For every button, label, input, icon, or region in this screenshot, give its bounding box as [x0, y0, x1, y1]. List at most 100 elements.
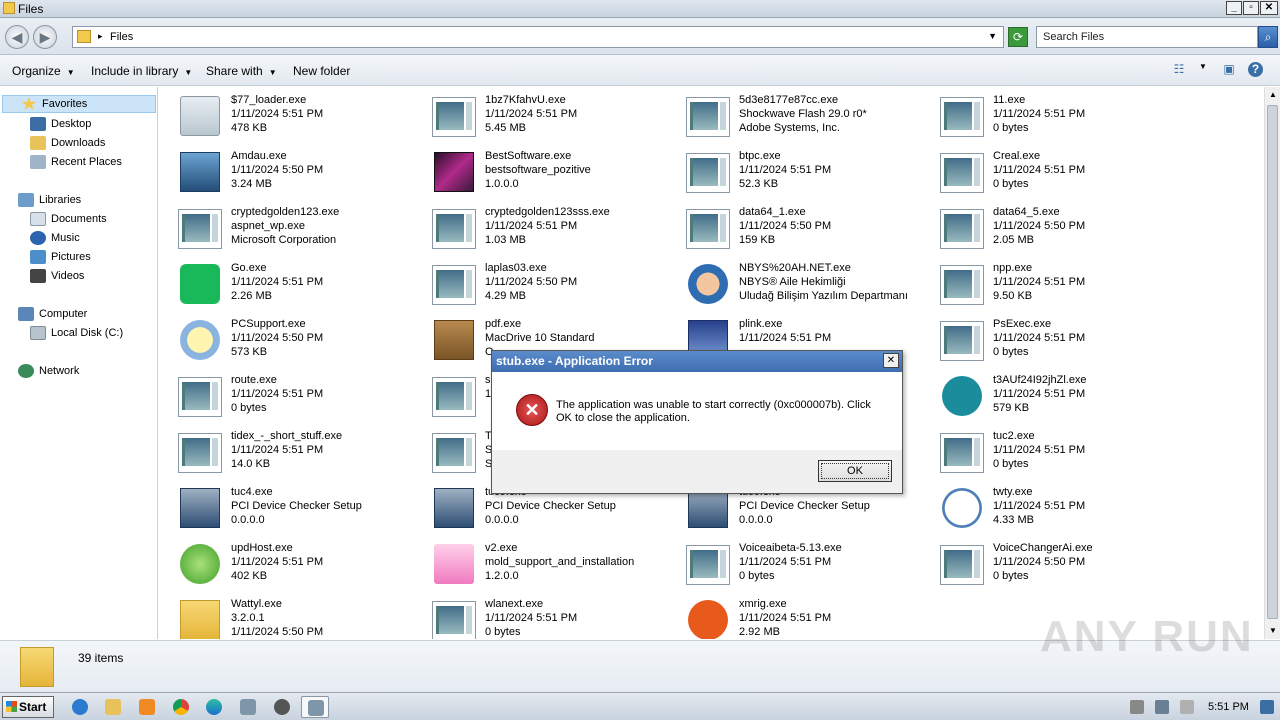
- file-item[interactable]: npp.exe 1/11/2024 5:51 PM 9.50 KB: [940, 261, 1190, 315]
- breadcrumb[interactable]: Files: [110, 31, 133, 43]
- file-item[interactable]: Voiceaibeta-5.13.exe 1/11/2024 5:51 PM 0 b…: [686, 541, 936, 595]
- file-detail: 2.26 MB: [231, 290, 272, 302]
- file-item[interactable]: tidex_-_short_stuff.exe 1/11/2024 5:51 PM…: [178, 429, 428, 483]
- file-item[interactable]: data64_1.exe 1/11/2024 5:50 PM 159 KB: [686, 205, 936, 259]
- exe-icon: [432, 599, 476, 639]
- folder-icon: [180, 600, 220, 639]
- search-icon[interactable]: ⌕: [1258, 26, 1278, 48]
- close-button[interactable]: ✕: [1260, 1, 1278, 15]
- taskbar-edge[interactable]: [200, 696, 228, 718]
- file-item[interactable]: xmrig.exe 1/11/2024 5:51 PM 2.92 MB: [686, 597, 936, 639]
- nav-documents[interactable]: Documents: [30, 210, 107, 228]
- file-item[interactable]: 1bz7KfahvU.exe 1/11/2024 5:51 PM 5.45 MB: [432, 93, 682, 147]
- file-item[interactable]: BestSoftware.exe bestsoftware_pozitive 1.0…: [432, 149, 682, 203]
- ok-button[interactable]: OK: [818, 460, 892, 482]
- start-button[interactable]: Start: [2, 696, 54, 718]
- address-field[interactable]: ▸ Files ▼: [72, 26, 1004, 48]
- nav-videos[interactable]: Videos: [30, 267, 84, 285]
- file-item[interactable]: tuc4.exe PCI Device Checker Setup 0.0.0.0: [178, 485, 428, 539]
- file-item[interactable]: updHost.exe 1/11/2024 5:51 PM 402 KB: [178, 541, 428, 595]
- taskbar-app-1[interactable]: [234, 696, 262, 718]
- file-detail: 1/11/2024 5:51 PM: [231, 388, 324, 400]
- error-icon: ✕: [516, 394, 548, 426]
- restore-button[interactable]: ▫: [1243, 1, 1259, 15]
- taskbar-app-2[interactable]: [268, 696, 296, 718]
- search-input[interactable]: Search Files: [1036, 26, 1258, 48]
- file-detail: 0 bytes: [739, 570, 775, 582]
- nav-network[interactable]: Network: [18, 362, 79, 380]
- xmrig-icon: [688, 600, 728, 639]
- network-tray-icon[interactable]: [1155, 700, 1169, 714]
- exe-icon: [940, 543, 984, 587]
- exe-icon: [432, 207, 476, 251]
- exe-icon: [178, 207, 222, 251]
- file-item[interactable]: Creal.exe 1/11/2024 5:51 PM 0 bytes: [940, 149, 1190, 203]
- chevron-down-icon[interactable]: ▼: [988, 31, 997, 41]
- show-desktop-icon[interactable]: [1260, 700, 1274, 714]
- flag-icon[interactable]: [1180, 700, 1194, 714]
- nav-music[interactable]: Music: [30, 229, 80, 247]
- exe-icon: [432, 263, 476, 307]
- taskbar-media-player[interactable]: [133, 696, 161, 718]
- exe-icon: [178, 375, 222, 419]
- nav-computer[interactable]: Computer: [18, 305, 87, 323]
- share-with-menu[interactable]: Share with ▼: [206, 64, 277, 78]
- nav-pictures[interactable]: Pictures: [30, 248, 91, 266]
- box-icon: [180, 152, 220, 192]
- include-in-library-menu[interactable]: Include in library ▼: [91, 64, 192, 78]
- chevron-down-icon[interactable]: ▼: [1194, 62, 1212, 78]
- file-item[interactable]: t3AUf24I92jhZl.exe 1/11/2024 5:51 PM 579 K…: [940, 373, 1190, 427]
- back-button[interactable]: ◀: [5, 25, 29, 49]
- nav-local-disk[interactable]: Local Disk (C:): [30, 324, 123, 342]
- preview-pane-icon[interactable]: ▣: [1220, 62, 1238, 78]
- clock[interactable]: 5:51 PM: [1208, 701, 1249, 713]
- scroll-down-icon[interactable]: ▼: [1265, 623, 1280, 639]
- volume-icon[interactable]: [1130, 700, 1144, 714]
- help-icon[interactable]: ?: [1248, 62, 1263, 77]
- nav-desktop[interactable]: Desktop: [30, 115, 91, 133]
- file-item[interactable]: twty.exe 1/11/2024 5:51 PM 4.33 MB: [940, 485, 1190, 539]
- forward-button[interactable]: ▶: [33, 25, 57, 49]
- scroll-up-icon[interactable]: ▲: [1265, 87, 1280, 103]
- vertical-scrollbar[interactable]: ▲ ▼: [1264, 87, 1280, 639]
- file-item[interactable]: cryptedgolden123.exe aspnet_wp.exe Microso…: [178, 205, 428, 259]
- file-detail: 1/11/2024 5:51 PM: [739, 332, 832, 344]
- dialog-close-button[interactable]: ✕: [883, 353, 899, 368]
- file-item[interactable]: tuc2.exe 1/11/2024 5:51 PM 0 bytes: [940, 429, 1190, 483]
- file-name: btpc.exe: [739, 150, 781, 162]
- file-item[interactable]: btpc.exe 1/11/2024 5:51 PM 52.3 KB: [686, 149, 936, 203]
- file-item[interactable]: Wattyl.exe 3.2.0.1 1/11/2024 5:50 PM: [178, 597, 428, 639]
- file-item[interactable]: Go.exe 1/11/2024 5:51 PM 2.26 MB: [178, 261, 428, 315]
- file-item[interactable]: NBYS%20AH.NET.exe NBYS® Aile Hekimliği Ulu…: [686, 261, 936, 315]
- taskbar-ie[interactable]: [66, 696, 94, 718]
- nav-favorites[interactable]: Favorites: [2, 95, 156, 113]
- organize-menu[interactable]: Organize ▼: [12, 64, 75, 78]
- file-item[interactable]: PCSupport.exe 1/11/2024 5:50 PM 573 KB: [178, 317, 428, 371]
- minimize-button[interactable]: _: [1226, 1, 1242, 15]
- file-item[interactable]: 5d3e8177e87cc.exe Shockwave Flash 29.0 r0…: [686, 93, 936, 147]
- file-item[interactable]: route.exe 1/11/2024 5:51 PM 0 bytes: [178, 373, 428, 427]
- file-item[interactable]: PsExec.exe 1/11/2024 5:51 PM 0 bytes: [940, 317, 1190, 371]
- new-folder-button[interactable]: New folder: [293, 64, 350, 78]
- view-options-icon[interactable]: ☷: [1170, 62, 1188, 78]
- nav-downloads[interactable]: Downloads: [30, 134, 105, 152]
- file-name: cryptedgolden123.exe: [231, 206, 340, 218]
- file-detail: 1/11/2024 5:51 PM: [231, 108, 324, 120]
- file-item[interactable]: 11.exe 1/11/2024 5:51 PM 0 bytes: [940, 93, 1190, 147]
- nav-libraries[interactable]: Libraries: [18, 191, 81, 209]
- taskbar-app-3[interactable]: [301, 696, 329, 718]
- nav-recent-places[interactable]: Recent Places: [30, 153, 122, 171]
- taskbar-chrome[interactable]: [167, 696, 195, 718]
- file-item[interactable]: cryptedgolden123sss.exe 1/11/2024 5:51 PM…: [432, 205, 682, 259]
- refresh-button[interactable]: ⟳: [1008, 27, 1028, 47]
- file-item[interactable]: Amdau.exe 1/11/2024 5:50 PM 3.24 MB: [178, 149, 428, 203]
- file-detail: 14.0 KB: [231, 458, 271, 470]
- file-item[interactable]: v2.exe mold_support_and_installation 1.2.0…: [432, 541, 682, 595]
- taskbar-explorer[interactable]: [99, 696, 127, 718]
- file-item[interactable]: VoiceChangerAi.exe 1/11/2024 5:50 PM 0 byt…: [940, 541, 1190, 595]
- file-item[interactable]: $77_loader.exe 1/11/2024 5:51 PM 478 KB: [178, 93, 428, 147]
- file-item[interactable]: wlanext.exe 1/11/2024 5:51 PM 0 bytes: [432, 597, 682, 639]
- scroll-thumb[interactable]: [1267, 105, 1278, 619]
- file-item[interactable]: data64_5.exe 1/11/2024 5:50 PM 2.05 MB: [940, 205, 1190, 259]
- file-item[interactable]: laplas03.exe 1/11/2024 5:50 PM 4.29 MB: [432, 261, 682, 315]
